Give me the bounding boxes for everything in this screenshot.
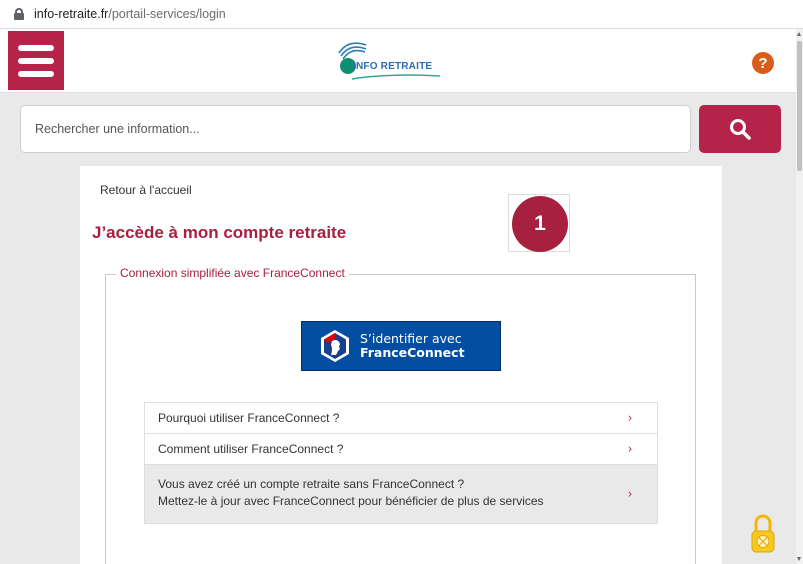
chevron-right-icon: › — [628, 486, 632, 501]
hamburger-menu-icon — [18, 44, 54, 51]
help-icon[interactable]: ? — [752, 52, 774, 74]
logo-text: INFO RETRAITE — [353, 61, 433, 72]
scrollbar-thumb[interactable] — [797, 41, 802, 171]
page-scrollbar[interactable] — [796, 29, 803, 564]
faq-item-line2: Mettez-le à jour avec FranceConnect pour… — [158, 494, 544, 508]
faq-item-update-account[interactable]: Vous avez créé un compte retraite sans F… — [145, 465, 657, 523]
chevron-right-icon: › — [628, 441, 632, 456]
faq-item-line1: Vous avez créé un compte retraite sans F… — [158, 477, 465, 491]
info-retraite-logo[interactable]: INFO RETRAITE — [336, 39, 448, 85]
scroll-down-icon[interactable] — [797, 557, 801, 561]
scroll-up-icon[interactable] — [797, 32, 801, 36]
padlock-widget-icon — [751, 514, 775, 553]
lock-icon — [14, 8, 24, 20]
url-domain: info-retraite.fr — [34, 7, 109, 21]
faq-item-how-franceconnect[interactable]: Comment utiliser FranceConnect ? › — [145, 434, 657, 465]
franceconnect-login-button[interactable]: S’identifier avec FranceConnect — [301, 321, 501, 371]
padlock-widget[interactable] — [750, 512, 776, 554]
franceconnect-faq-list: Pourquoi utiliser FranceConnect ? › Comm… — [144, 402, 658, 524]
chevron-right-icon: › — [628, 410, 632, 425]
address-bar[interactable]: info-retraite.fr/portail-services/login — [0, 0, 803, 29]
search-button[interactable] — [699, 105, 781, 153]
faq-item-label: Comment utiliser FranceConnect ? — [158, 442, 344, 456]
page-title: J’accède à mon compte retraite — [92, 223, 347, 242]
franceconnect-fieldset: Connexion simplifiée avec FranceConnect … — [105, 266, 696, 564]
franceconnect-logo-icon — [321, 330, 349, 362]
login-card: Retour à l'accueil J’accède à mon compte… — [80, 166, 722, 564]
step-badge: 1 — [508, 194, 570, 252]
faq-item-why-franceconnect[interactable]: Pourquoi utiliser FranceConnect ? › — [145, 403, 657, 434]
fieldset-legend: Connexion simplifiée avec FranceConnect — [116, 266, 349, 280]
search-icon — [730, 119, 751, 140]
franceconnect-button-line2: FranceConnect — [360, 345, 465, 360]
search-input[interactable] — [20, 105, 691, 153]
url-path: /portail-services/login — [108, 7, 226, 21]
franceconnect-button-line1: S’identifier avec — [360, 331, 462, 346]
back-to-home-link[interactable]: Retour à l'accueil — [100, 183, 192, 197]
site-header: INFO RETRAITE ? — [0, 29, 796, 93]
step-number: 1 — [512, 196, 568, 252]
faq-item-label: Pourquoi utiliser FranceConnect ? — [158, 411, 340, 425]
hamburger-menu-button[interactable] — [8, 31, 64, 90]
